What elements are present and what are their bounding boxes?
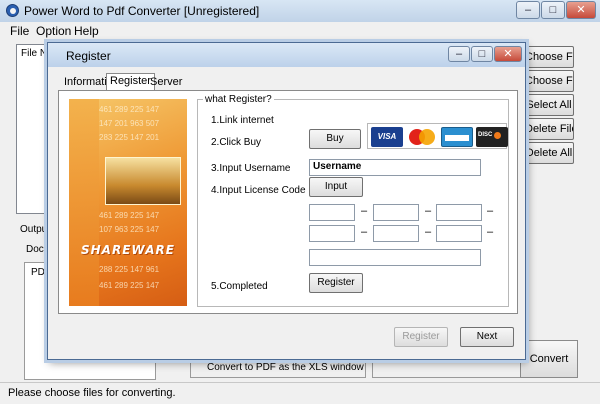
next-button[interactable]: Next <box>460 327 514 347</box>
step-completed: 5.Completed <box>211 281 268 292</box>
dialog-minimize-icon[interactable]: – <box>448 46 470 62</box>
dialog-title-bar: Register – □ ✕ <box>48 43 525 67</box>
input-button[interactable]: Input <box>309 177 363 197</box>
maximize-icon[interactable]: □ <box>541 1 565 19</box>
shareware-banner-image: 461 289 225 147 147 201 963 507 283 225 … <box>69 99 187 306</box>
menu-bar: File Option Help <box>0 22 600 40</box>
choose-folder-button[interactable]: Choose Folder <box>524 70 574 92</box>
close-icon[interactable]: ✕ <box>566 1 596 19</box>
dialog-maximize-icon[interactable]: □ <box>471 46 493 62</box>
convert-option-box[interactable]: Convert to PDF as the XLS window <box>190 358 366 378</box>
status-text: Please choose files for converting. <box>8 387 176 399</box>
main-title-bar: Power Word to Pdf Converter [Unregistere… <box>0 0 600 22</box>
license-field-6[interactable] <box>436 225 482 242</box>
menu-file[interactable]: File <box>10 24 29 38</box>
mastercard-icon <box>406 127 438 147</box>
license-field-5[interactable] <box>373 225 419 242</box>
dialog-title: Register <box>66 49 111 63</box>
american-express-icon <box>441 127 473 147</box>
username-input[interactable]: Username <box>309 159 481 176</box>
menu-help[interactable]: Help <box>74 24 99 38</box>
footer-register-button[interactable]: Register <box>394 327 448 347</box>
discover-icon: DISC <box>476 127 508 147</box>
window-title: Power Word to Pdf Converter [Unregistere… <box>24 4 260 18</box>
option-box <box>372 358 538 378</box>
register-inner-button[interactable]: Register <box>309 273 363 293</box>
output-tab[interactable]: Output <box>20 224 50 235</box>
register-group-title: what Register? <box>203 94 274 105</box>
step-license: 4.Input License Code <box>211 185 306 196</box>
minimize-icon[interactable]: – <box>516 1 540 19</box>
step-link: 1.Link internet <box>211 115 274 126</box>
license-field-2[interactable] <box>373 204 419 221</box>
docu-tab[interactable]: Docu <box>26 244 49 255</box>
convert-option-label: Convert to PDF as the XLS window <box>207 362 364 373</box>
visa-icon: VISA <box>371 127 403 147</box>
banner-photo <box>105 157 181 205</box>
license-field-1[interactable] <box>309 204 355 221</box>
step-username: 3.Input Username <box>211 163 291 174</box>
license-field-4[interactable] <box>309 225 355 242</box>
delete-file-button[interactable]: Delete File <box>524 118 574 140</box>
menu-option[interactable]: Option <box>36 24 71 38</box>
delete-all-button[interactable]: Delete All <box>524 142 574 164</box>
status-bar: Please choose files for converting. <box>0 382 600 404</box>
license-field-3[interactable] <box>436 204 482 221</box>
choose-file-button[interactable]: Choose File <box>524 46 574 68</box>
register-dialog: Register – □ ✕ Information Register Serv… <box>47 42 526 360</box>
app-icon <box>6 4 19 17</box>
buy-button[interactable]: Buy <box>309 129 361 149</box>
convert-button[interactable]: Convert <box>520 340 578 378</box>
payment-cards: VISA DISC <box>367 123 508 149</box>
step-buy: 2.Click Buy <box>211 137 262 148</box>
shareware-text: SHAREWARE <box>81 243 175 257</box>
license-field-full[interactable] <box>309 249 481 266</box>
select-all-button[interactable]: Select All <box>524 94 574 116</box>
dialog-close-icon[interactable]: ✕ <box>494 46 522 62</box>
register-panel: 461 289 225 147 147 201 963 507 283 225 … <box>58 90 518 314</box>
